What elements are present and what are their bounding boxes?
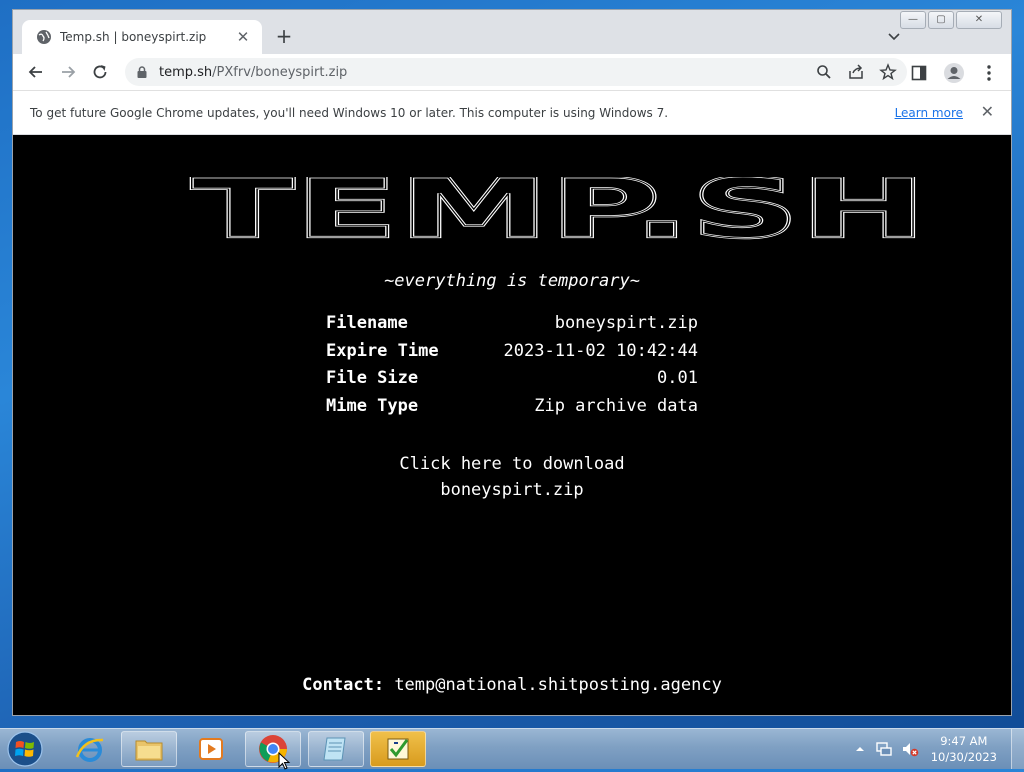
clock-time: 9:47 AM <box>940 734 988 748</box>
bookmark-star-icon[interactable] <box>879 63 897 81</box>
logo-text-inner: TEMP.SH <box>191 177 927 241</box>
chrome-window: Temp.sh | boneyspirt.zip ✕ + — ▢ ✕ temp.… <box>12 9 1012 716</box>
info-value: 0.01 <box>657 368 698 388</box>
clock-date: 10/30/2023 <box>930 750 997 764</box>
info-value: Zip archive data <box>534 395 698 416</box>
windows-taskbar: 9:47 AM 10/30/2023 <box>0 728 1024 770</box>
media-player-icon[interactable] <box>183 731 239 767</box>
download-line-1[interactable]: Click here to download <box>13 451 1011 477</box>
info-row-expire-time: Expire Time 2023-11-02 10:42:44 <box>326 341 698 369</box>
windows-start-icon[interactable] <box>5 730 45 768</box>
side-panel-icon[interactable] <box>909 63 929 83</box>
notepad-icon[interactable] <box>308 731 364 767</box>
info-row-filename: Filename boneyspirt.zip <box>326 313 698 341</box>
close-window-button[interactable]: ✕ <box>956 11 1002 29</box>
info-key: File Size <box>326 368 419 388</box>
show-desktop-button[interactable] <box>1011 729 1024 769</box>
info-row-mime-type: Mime Type Zip archive data <box>326 396 698 424</box>
profile-avatar-icon[interactable] <box>943 62 965 84</box>
learn-more-link[interactable]: Learn more <box>895 106 963 120</box>
file-info: Filename boneyspirt.zip Expire Time 2023… <box>326 313 698 423</box>
info-value: 2023-11-02 10:42:44 <box>503 340 698 361</box>
folder-icon <box>135 740 163 761</box>
page-content: TEMP.SH TEMP.SH ~everything is temporary… <box>13 135 1011 715</box>
ie-logo-icon <box>75 738 104 762</box>
omnibox-actions <box>815 63 897 81</box>
tab-temp-sh[interactable]: Temp.sh | boneyspirt.zip ✕ <box>22 20 262 54</box>
mouse-cursor-icon <box>278 752 291 770</box>
infobar-message: To get future Google Chrome updates, you… <box>30 106 669 120</box>
internet-explorer-icon[interactable] <box>62 731 118 767</box>
toolbar-right <box>909 62 999 84</box>
back-arrow-icon[interactable] <box>26 62 46 82</box>
maximize-button[interactable]: ▢ <box>928 11 954 29</box>
new-tab-button[interactable]: + <box>273 25 295 47</box>
globe-icon <box>37 30 51 44</box>
update-infobar: To get future Google Chrome updates, you… <box>13 90 1011 135</box>
tasks-icon[interactable] <box>370 731 426 767</box>
contact-label: Contact: <box>302 675 385 695</box>
show-hidden-icons-icon[interactable] <box>855 744 865 754</box>
url-host: temp.sh <box>159 64 213 80</box>
forward-arrow-icon[interactable] <box>58 62 78 82</box>
download-link[interactable]: Click here to download boneyspirt.zip <box>13 451 1011 503</box>
address-bar[interactable]: temp.sh/PXfrv/boneyspirt.zip <box>125 58 907 86</box>
info-key: Filename <box>326 313 408 333</box>
info-key: Mime Type <box>326 395 419 416</box>
window-controls: — ▢ ✕ <box>898 11 1002 29</box>
download-line-2[interactable]: boneyspirt.zip <box>13 477 1011 503</box>
chrome-menu-icon[interactable] <box>979 63 999 83</box>
checklist-icon <box>387 738 409 760</box>
lock-icon[interactable] <box>135 65 149 79</box>
notepad-glyph-icon <box>323 737 346 761</box>
file-explorer-icon[interactable] <box>121 731 177 767</box>
reload-icon[interactable] <box>90 62 110 82</box>
zoom-search-icon[interactable] <box>815 63 833 81</box>
play-icon <box>199 738 223 760</box>
tab-strip: Temp.sh | boneyspirt.zip ✕ + — ▢ ✕ <box>13 10 1011 54</box>
info-value: boneyspirt.zip <box>554 313 698 333</box>
info-row-file-size: File Size 0.01 <box>326 368 698 396</box>
contact-email[interactable]: temp@national.shitposting.agency <box>394 675 722 695</box>
volume-muted-icon[interactable] <box>901 740 919 758</box>
share-icon[interactable] <box>847 63 865 81</box>
system-tray: 9:47 AM 10/30/2023 <box>855 729 1024 769</box>
tab-search-icon[interactable] <box>885 27 903 45</box>
info-key: Expire Time <box>326 340 439 361</box>
tagline: ~everything is temporary~ <box>384 271 640 291</box>
tab-close-icon[interactable]: ✕ <box>234 28 252 46</box>
browser-toolbar: temp.sh/PXfrv/boneyspirt.zip <box>13 54 1011 90</box>
url-text: temp.sh/PXfrv/boneyspirt.zip <box>159 65 347 80</box>
chrome-icon[interactable] <box>245 731 301 770</box>
tab-title: Temp.sh | boneyspirt.zip <box>60 30 207 44</box>
minimize-button[interactable]: — <box>900 11 926 29</box>
temp-sh-logo: TEMP.SH TEMP.SH <box>190 177 928 241</box>
taskbar-clock[interactable]: 9:47 AM 10/30/2023 <box>931 733 997 765</box>
infobar-close-icon[interactable]: ✕ <box>981 102 994 121</box>
contact-line: Contact: temp@national.shitposting.agenc… <box>13 675 1011 695</box>
network-icon[interactable] <box>875 740 893 758</box>
url-path: /PXfrv/boneyspirt.zip <box>212 64 348 80</box>
